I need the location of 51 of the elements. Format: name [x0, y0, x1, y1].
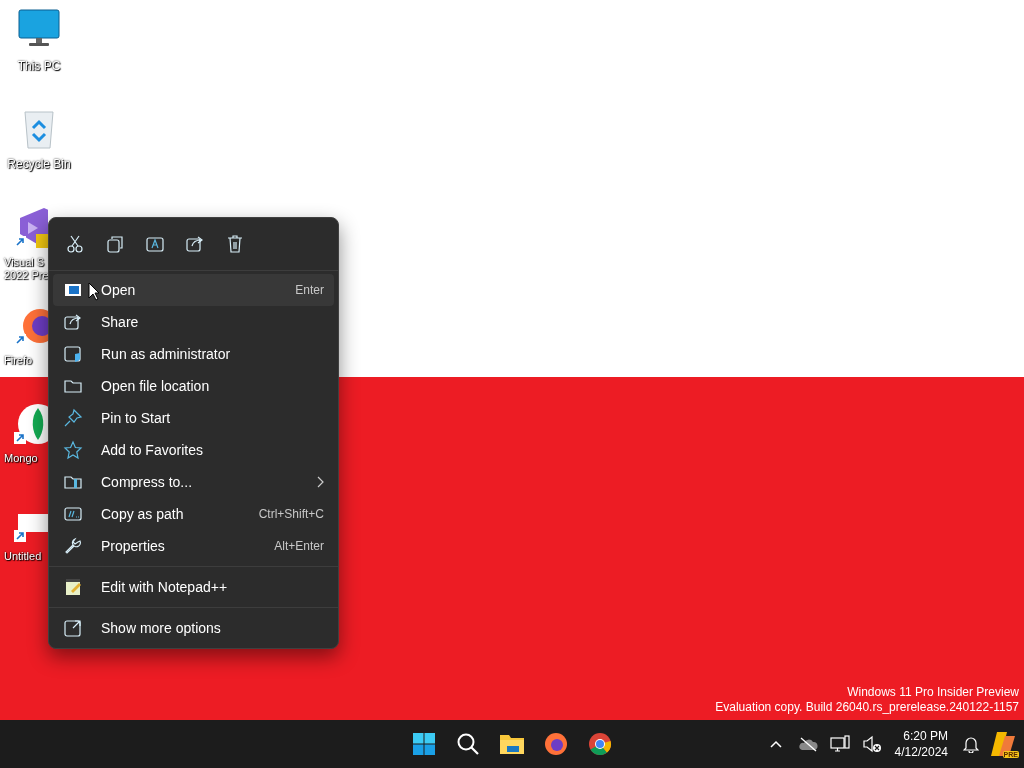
- share-icon: [63, 312, 83, 332]
- cut-icon: [65, 234, 85, 254]
- path-icon: [63, 504, 83, 524]
- cloud-off-icon: [797, 736, 818, 752]
- icon-label: Mongo: [3, 452, 38, 465]
- browser-icon: [544, 732, 568, 756]
- shortcut-text: Enter: [295, 283, 324, 297]
- menu-item[interactable]: Compress to...: [53, 466, 334, 498]
- notepad-icon: [63, 577, 83, 597]
- volume-muted-icon: [861, 735, 882, 753]
- copilot-icon: [989, 730, 1017, 758]
- windows-logo-icon: [412, 732, 436, 756]
- watermark-text: Windows 11 Pro Insider Preview: [847, 685, 1019, 700]
- expand-icon: [63, 618, 83, 638]
- menu-item[interactable]: Open file location: [53, 370, 334, 402]
- chevron-up-icon: [769, 740, 782, 748]
- menu-item[interactable]: Open Enter: [53, 274, 334, 306]
- icon-label: Recycle Bin: [7, 158, 71, 171]
- mouse-cursor-icon: [88, 282, 100, 301]
- shield-window-icon: [63, 344, 83, 364]
- wrench-icon: [63, 536, 83, 556]
- search-icon: [456, 732, 480, 756]
- shortcut-text: Alt+Enter: [274, 539, 324, 553]
- clock-button[interactable]: 6:20 PM 4/12/2024: [888, 728, 954, 760]
- menu-item[interactable]: Properties Alt+Enter: [53, 530, 334, 562]
- menu-item[interactable]: Add to Favorites: [53, 434, 334, 466]
- delete-icon: [225, 234, 245, 254]
- shortcut-arrow-icon: [14, 530, 26, 542]
- menu-item[interactable]: Pin to Start: [53, 402, 334, 434]
- rename-icon: [145, 234, 165, 254]
- icon-label: Untitled: [3, 550, 42, 563]
- menu-item[interactable]: Copy as path Ctrl+Shift+C: [53, 498, 334, 530]
- share-icon: [185, 234, 205, 254]
- menu-item[interactable]: Run as administrator: [53, 338, 334, 370]
- monitor-icon: [829, 735, 850, 753]
- watermark-text: Evaluation copy. Build 26040.rs_prerelease.240122-1157: [715, 700, 1019, 715]
- pin-icon: [63, 408, 83, 428]
- bell-icon: [963, 735, 979, 753]
- star-icon: [63, 440, 83, 460]
- icon-label: This PC: [17, 60, 61, 73]
- browser-icon: [588, 732, 612, 756]
- copy-icon: [105, 234, 125, 254]
- shortcut-arrow-icon: [14, 432, 26, 444]
- chevron-right-icon: [316, 476, 324, 488]
- shortcut-text: Ctrl+Shift+C: [258, 507, 324, 521]
- folder-icon: [499, 732, 525, 756]
- menu-item[interactable]: Share: [53, 306, 334, 338]
- menu-item[interactable]: Edit with Notepad++: [53, 571, 334, 603]
- menu-item[interactable]: Show more options: [53, 612, 334, 644]
- icon-label: Firefo: [3, 354, 33, 367]
- icon-label: Visual S 2022 Pre: [3, 256, 48, 282]
